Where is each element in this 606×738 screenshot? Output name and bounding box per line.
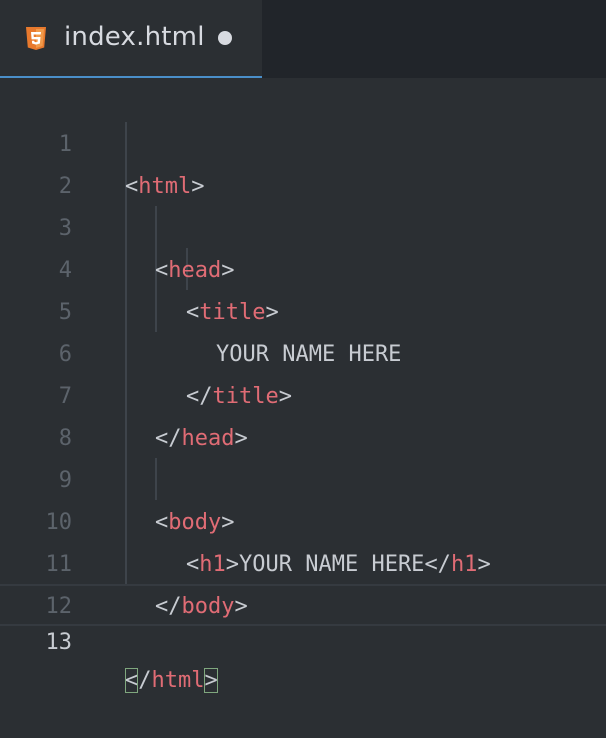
code-line[interactable]: 10 <h1>YOUR NAME HERE</h1> xyxy=(0,460,606,577)
line-number: 13 xyxy=(45,630,73,655)
code-line[interactable]: 6 </title> xyxy=(0,292,606,409)
code-editor[interactable]: 1 <html> 2 3 <head> 4 <title> 5 YOUR NAM… xyxy=(0,80,606,693)
code-line[interactable]: 12 xyxy=(0,544,606,619)
bracket: / xyxy=(138,668,152,693)
code-line[interactable]: 7 </head> xyxy=(0,334,606,451)
code-line[interactable]: 1 <html> xyxy=(0,82,606,199)
code-line[interactable]: 5 YOUR NAME HERE xyxy=(0,250,606,367)
code-line[interactable]: 9 <body> xyxy=(0,418,606,535)
tab-bar: index.html xyxy=(0,0,606,78)
tab-label: index.html xyxy=(64,22,205,52)
code-line[interactable]: 4 <title> xyxy=(0,208,606,325)
code-content: </html> xyxy=(125,662,218,700)
code-line[interactable]: 11 </body> xyxy=(0,502,606,619)
matched-bracket: < xyxy=(125,668,139,693)
code-line[interactable]: 2 xyxy=(0,124,606,199)
code-line[interactable]: 8 xyxy=(0,376,606,451)
active-code-line[interactable]: 13 </html> xyxy=(0,584,606,693)
matched-bracket: > xyxy=(204,668,218,693)
html5-icon xyxy=(26,27,46,51)
tag-name: html xyxy=(151,668,205,693)
unsaved-indicator-icon[interactable] xyxy=(218,31,232,45)
tab-index-html[interactable]: index.html xyxy=(0,0,262,78)
code-line[interactable]: 3 <head> xyxy=(0,166,606,283)
